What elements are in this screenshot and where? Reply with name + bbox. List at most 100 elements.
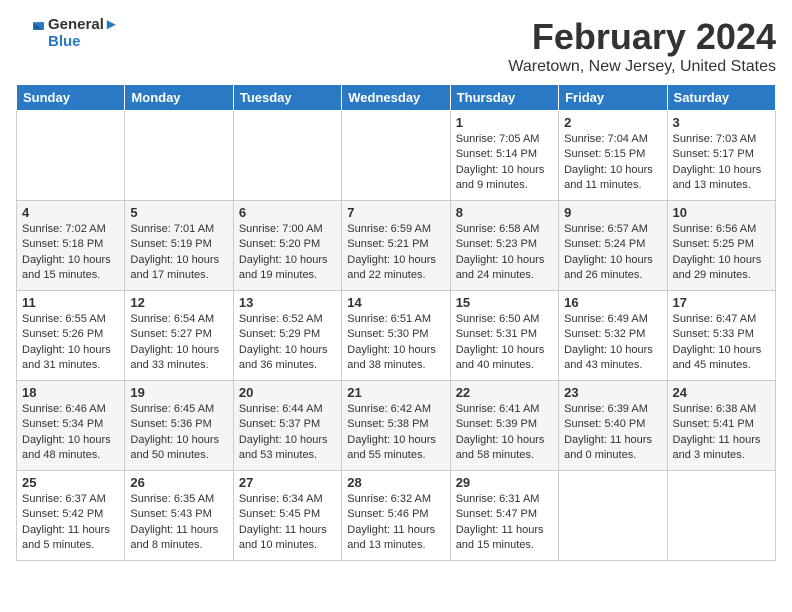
day-number: 25 (22, 475, 119, 490)
day-info: Sunrise: 6:39 AMSunset: 5:40 PMDaylight:… (564, 402, 661, 464)
table-row: 26 Sunrise: 6:35 AMSunset: 5:43 PMDayligh… (125, 471, 233, 561)
table-row: 25Sunrise: 6:37 AMSunset: 5:42 PMDayligh… (17, 471, 125, 561)
day-number: 19 (130, 385, 227, 400)
day-info: Sunrise: 6:44 AMSunset: 5:37 PMDaylight:… (239, 402, 336, 464)
day-info: Sunrise: 6:35 AMSunset: 5:43 PMDaylight:… (130, 492, 227, 554)
day-number: 7 (347, 205, 444, 220)
table-row: 15 Sunrise: 6:50 AMSunset: 5:31 PMDayligh… (450, 291, 558, 381)
header-friday: Friday (559, 85, 667, 111)
day-number: 4 (22, 205, 119, 220)
header-tuesday: Tuesday (233, 85, 341, 111)
day-info: Sunrise: 6:47 AMSunset: 5:33 PMDaylight:… (673, 312, 770, 374)
table-row: 8Sunrise: 6:58 AMSunset: 5:23 PMDaylight… (450, 201, 558, 291)
day-number: 6 (239, 205, 336, 220)
day-info: Sunrise: 6:45 AMSunset: 5:36 PMDaylight:… (130, 402, 227, 464)
table-row (125, 111, 233, 201)
table-row: 18 Sunrise: 6:46 AMSunset: 5:34 PMDayligh… (17, 381, 125, 471)
table-row: 19 Sunrise: 6:45 AMSunset: 5:36 PMDayligh… (125, 381, 233, 471)
day-info: Sunrise: 7:05 AMSunset: 5:14 PMDaylight:… (456, 132, 553, 194)
table-row: 5 Sunrise: 7:01 AMSunset: 5:19 PMDaylight… (125, 201, 233, 291)
calendar-header-row: Sunday Monday Tuesday Wednesday Thursday… (17, 85, 776, 111)
day-number: 11 (22, 295, 119, 310)
day-number: 15 (456, 295, 553, 310)
day-number: 1 (456, 115, 553, 130)
day-info: Sunrise: 6:38 AMSunset: 5:41 PMDaylight:… (673, 402, 770, 464)
table-row (342, 111, 450, 201)
day-info: Sunrise: 6:41 AMSunset: 5:39 PMDaylight:… (456, 402, 553, 464)
day-number: 23 (564, 385, 661, 400)
logo: General► Blue (16, 16, 119, 50)
table-row: 11 Sunrise: 6:55 AMSunset: 5:26 PMDayligh… (17, 291, 125, 381)
logo-text: General► Blue (48, 16, 119, 50)
day-number: 9 (564, 205, 661, 220)
header-monday: Monday (125, 85, 233, 111)
table-row (233, 111, 341, 201)
table-row: 9 Sunrise: 6:57 AMSunset: 5:24 PMDaylight… (559, 201, 667, 291)
table-row: 17 Sunrise: 6:47 AMSunset: 5:33 PMDayligh… (667, 291, 775, 381)
table-row: 28 Sunrise: 6:32 AMSunset: 5:46 PMDayligh… (342, 471, 450, 561)
table-row: 14Sunrise: 6:51 AMSunset: 5:30 PMDayligh… (342, 291, 450, 381)
day-number: 3 (673, 115, 770, 130)
day-number: 17 (673, 295, 770, 310)
page-subtitle: Waretown, New Jersey, United States (508, 58, 776, 76)
day-number: 8 (456, 205, 553, 220)
day-info: Sunrise: 6:59 AMSunset: 5:21 PMDaylight:… (347, 222, 444, 284)
day-number: 13 (239, 295, 336, 310)
day-number: 24 (673, 385, 770, 400)
day-number: 18 (22, 385, 119, 400)
day-number: 12 (130, 295, 227, 310)
day-number: 2 (564, 115, 661, 130)
table-row: 13 Sunrise: 6:52 AMSunset: 5:29 PMDayligh… (233, 291, 341, 381)
table-row: 21 Sunrise: 6:42 AMSunset: 5:38 PMDayligh… (342, 381, 450, 471)
header-sunday: Sunday (17, 85, 125, 111)
day-number: 5 (130, 205, 227, 220)
day-info: Sunrise: 7:03 AMSunset: 5:17 PMDaylight:… (673, 132, 770, 194)
table-row: 12Sunrise: 6:54 AMSunset: 5:27 PMDayligh… (125, 291, 233, 381)
day-info: Sunrise: 6:55 AMSunset: 5:26 PMDaylight:… (22, 312, 119, 374)
table-row (667, 471, 775, 561)
day-number: 27 (239, 475, 336, 490)
title-area: February 2024 Waretown, New Jersey, Unit… (508, 16, 776, 76)
table-row: 6 Sunrise: 7:00 AMSunset: 5:20 PMDaylight… (233, 201, 341, 291)
day-info: Sunrise: 6:32 AMSunset: 5:46 PMDaylight:… (347, 492, 444, 554)
day-number: 10 (673, 205, 770, 220)
table-row: 2 Sunrise: 7:04 AMSunset: 5:15 PMDaylight… (559, 111, 667, 201)
header-wednesday: Wednesday (342, 85, 450, 111)
table-row: 20 Sunrise: 6:44 AMSunset: 5:37 PMDayligh… (233, 381, 341, 471)
table-row: 23 Sunrise: 6:39 AMSunset: 5:40 PMDayligh… (559, 381, 667, 471)
day-info: Sunrise: 6:46 AMSunset: 5:34 PMDaylight:… (22, 402, 119, 464)
table-row: 7 Sunrise: 6:59 AMSunset: 5:21 PMDaylight… (342, 201, 450, 291)
table-row: 27 Sunrise: 6:34 AMSunset: 5:45 PMDayligh… (233, 471, 341, 561)
day-info: Sunrise: 6:42 AMSunset: 5:38 PMDaylight:… (347, 402, 444, 464)
table-row: 10 Sunrise: 6:56 AMSunset: 5:25 PMDayligh… (667, 201, 775, 291)
table-row: 1 Sunrise: 7:05 AMSunset: 5:14 PMDaylight… (450, 111, 558, 201)
day-info: Sunrise: 6:50 AMSunset: 5:31 PMDaylight:… (456, 312, 553, 374)
day-info: Sunrise: 6:56 AMSunset: 5:25 PMDaylight:… (673, 222, 770, 284)
day-number: 21 (347, 385, 444, 400)
day-number: 26 (130, 475, 227, 490)
day-info: Sunrise: 6:31 AMSunset: 5:47 PMDaylight:… (456, 492, 553, 554)
header-thursday: Thursday (450, 85, 558, 111)
day-info: Sunrise: 6:52 AMSunset: 5:29 PMDaylight:… (239, 312, 336, 374)
table-row: 16 Sunrise: 6:49 AMSunset: 5:32 PMDayligh… (559, 291, 667, 381)
page-header: General► Blue February 2024 Waretown, Ne… (16, 16, 776, 76)
table-row: 4Sunrise: 7:02 AMSunset: 5:18 PMDaylight… (17, 201, 125, 291)
calendar-week-row: 4Sunrise: 7:02 AMSunset: 5:18 PMDaylight… (17, 201, 776, 291)
table-row (17, 111, 125, 201)
day-number: 29 (456, 475, 553, 490)
day-number: 28 (347, 475, 444, 490)
day-info: Sunrise: 6:49 AMSunset: 5:32 PMDaylight:… (564, 312, 661, 374)
day-info: Sunrise: 6:34 AMSunset: 5:45 PMDaylight:… (239, 492, 336, 554)
day-info: Sunrise: 7:04 AMSunset: 5:15 PMDaylight:… (564, 132, 661, 194)
day-info: Sunrise: 7:01 AMSunset: 5:19 PMDaylight:… (130, 222, 227, 284)
day-number: 14 (347, 295, 444, 310)
day-info: Sunrise: 6:57 AMSunset: 5:24 PMDaylight:… (564, 222, 661, 284)
day-number: 16 (564, 295, 661, 310)
calendar-week-row: 1 Sunrise: 7:05 AMSunset: 5:14 PMDaylight… (17, 111, 776, 201)
day-info: Sunrise: 7:00 AMSunset: 5:20 PMDaylight:… (239, 222, 336, 284)
header-saturday: Saturday (667, 85, 775, 111)
table-row: 22Sunrise: 6:41 AMSunset: 5:39 PMDayligh… (450, 381, 558, 471)
table-row (559, 471, 667, 561)
day-number: 20 (239, 385, 336, 400)
table-row: 29 Sunrise: 6:31 AMSunset: 5:47 PMDayligh… (450, 471, 558, 561)
